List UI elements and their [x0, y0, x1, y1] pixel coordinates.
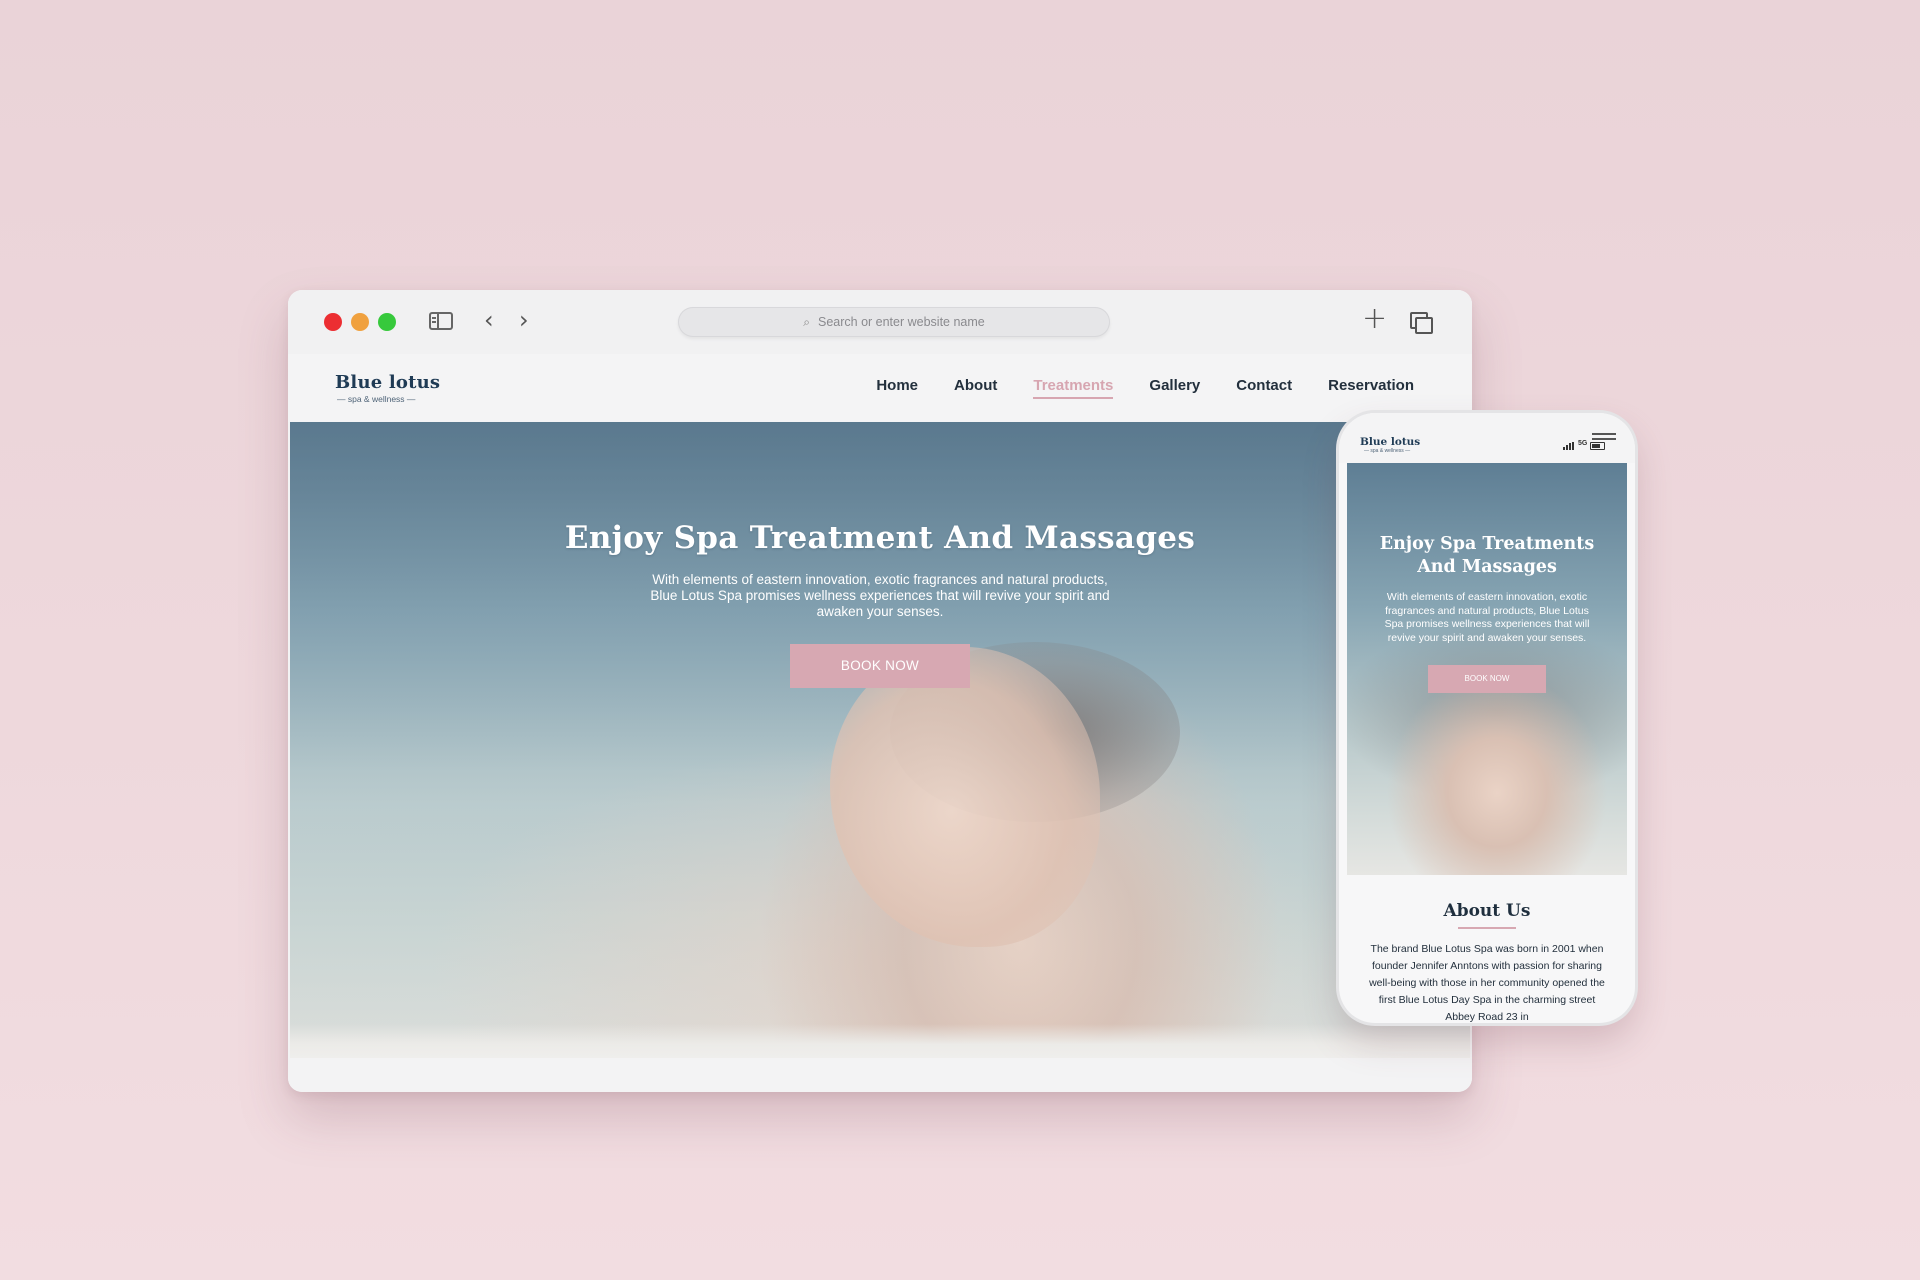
tabs-icon[interactable] [1410, 312, 1433, 334]
site-header: Blue lotus — spa & wellness — Home About… [288, 354, 1472, 422]
hero-content: Enjoy Spa Treatment And Massages With el… [290, 520, 1470, 688]
site-logo[interactable]: Blue lotus — spa & wellness — [335, 372, 440, 404]
address-bar[interactable]: ⌕ Search or enter website name [678, 307, 1110, 337]
nav-about[interactable]: About [954, 377, 997, 399]
nav-contact[interactable]: Contact [1236, 377, 1292, 399]
phone-logo-name: Blue lotus [1360, 436, 1421, 448]
book-now-button[interactable]: BOOK NOW [790, 644, 970, 688]
about-title: About Us [1443, 901, 1531, 921]
logo-name: Blue lotus [335, 372, 441, 393]
hero-section: Enjoy Spa Treatment And Massages With el… [290, 422, 1470, 1058]
about-text: The brand Blue Lotus Spa was born in 200… [1369, 943, 1605, 1023]
chevron-left-icon[interactable]: ‹ [484, 306, 494, 334]
phone-book-now-button[interactable]: BOOK NOW [1428, 665, 1546, 693]
browser-footer [288, 1058, 1472, 1092]
browser-window: ‹ › ⌕ Search or enter website name + Blu… [288, 290, 1472, 1092]
main-nav: Home About Treatments Gallery Contact Re… [876, 377, 1414, 399]
phone-header: Blue lotus — spa & wellness — 5G [1339, 413, 1635, 463]
close-window-button[interactable] [324, 313, 342, 331]
mockup-background: { "browser": { "address_placeholder": "S… [0, 0, 1920, 1280]
network-label: 5G [1578, 440, 1588, 447]
phone-about-section: About Us The brand Blue Lotus Spa was bo… [1339, 901, 1635, 1023]
browser-toolbar: ‹ › ⌕ Search or enter website name + [288, 290, 1472, 355]
hero-photo-towel [290, 1024, 1470, 1058]
minimize-window-button[interactable] [351, 313, 369, 331]
hero-description: With elements of eastern innovation, exo… [650, 572, 1110, 619]
phone-hero-description: With elements of eastern innovation, exo… [1384, 591, 1590, 644]
phone-hero-section: Enjoy Spa Treatments And Massages With e… [1347, 463, 1627, 875]
address-placeholder: Search or enter website name [817, 315, 985, 329]
about-divider [1458, 927, 1516, 929]
plus-icon[interactable]: + [1362, 301, 1387, 336]
nav-treatments[interactable]: Treatments [1033, 377, 1114, 399]
nav-reservation[interactable]: Reservation [1328, 377, 1414, 399]
nav-home[interactable]: Home [876, 377, 918, 399]
phone-hero-content: Enjoy Spa Treatments And Massages With e… [1347, 533, 1627, 693]
phone-mockup: Blue lotus — spa & wellness — 5G Enjoy S… [1339, 413, 1635, 1023]
hamburger-menu-icon[interactable] [1592, 433, 1616, 447]
phone-hero-title: Enjoy Spa Treatments And Massages [1379, 534, 1595, 577]
signal-icon [1563, 442, 1575, 450]
logo-tagline: — spa & wellness — [337, 394, 416, 404]
phone-logo-tagline: — spa & wellness — [1364, 448, 1411, 454]
sidebar-icon[interactable] [429, 312, 453, 330]
hero-title: Enjoy Spa Treatment And Massages [564, 520, 1196, 556]
phone-logo[interactable]: Blue lotus — spa & wellness — [1360, 436, 1420, 454]
maximize-window-button[interactable] [378, 313, 396, 331]
search-icon: ⌕ [803, 314, 810, 329]
hero-photo-face [830, 647, 1100, 947]
chevron-right-icon[interactable]: › [519, 306, 529, 334]
nav-gallery[interactable]: Gallery [1149, 377, 1200, 399]
